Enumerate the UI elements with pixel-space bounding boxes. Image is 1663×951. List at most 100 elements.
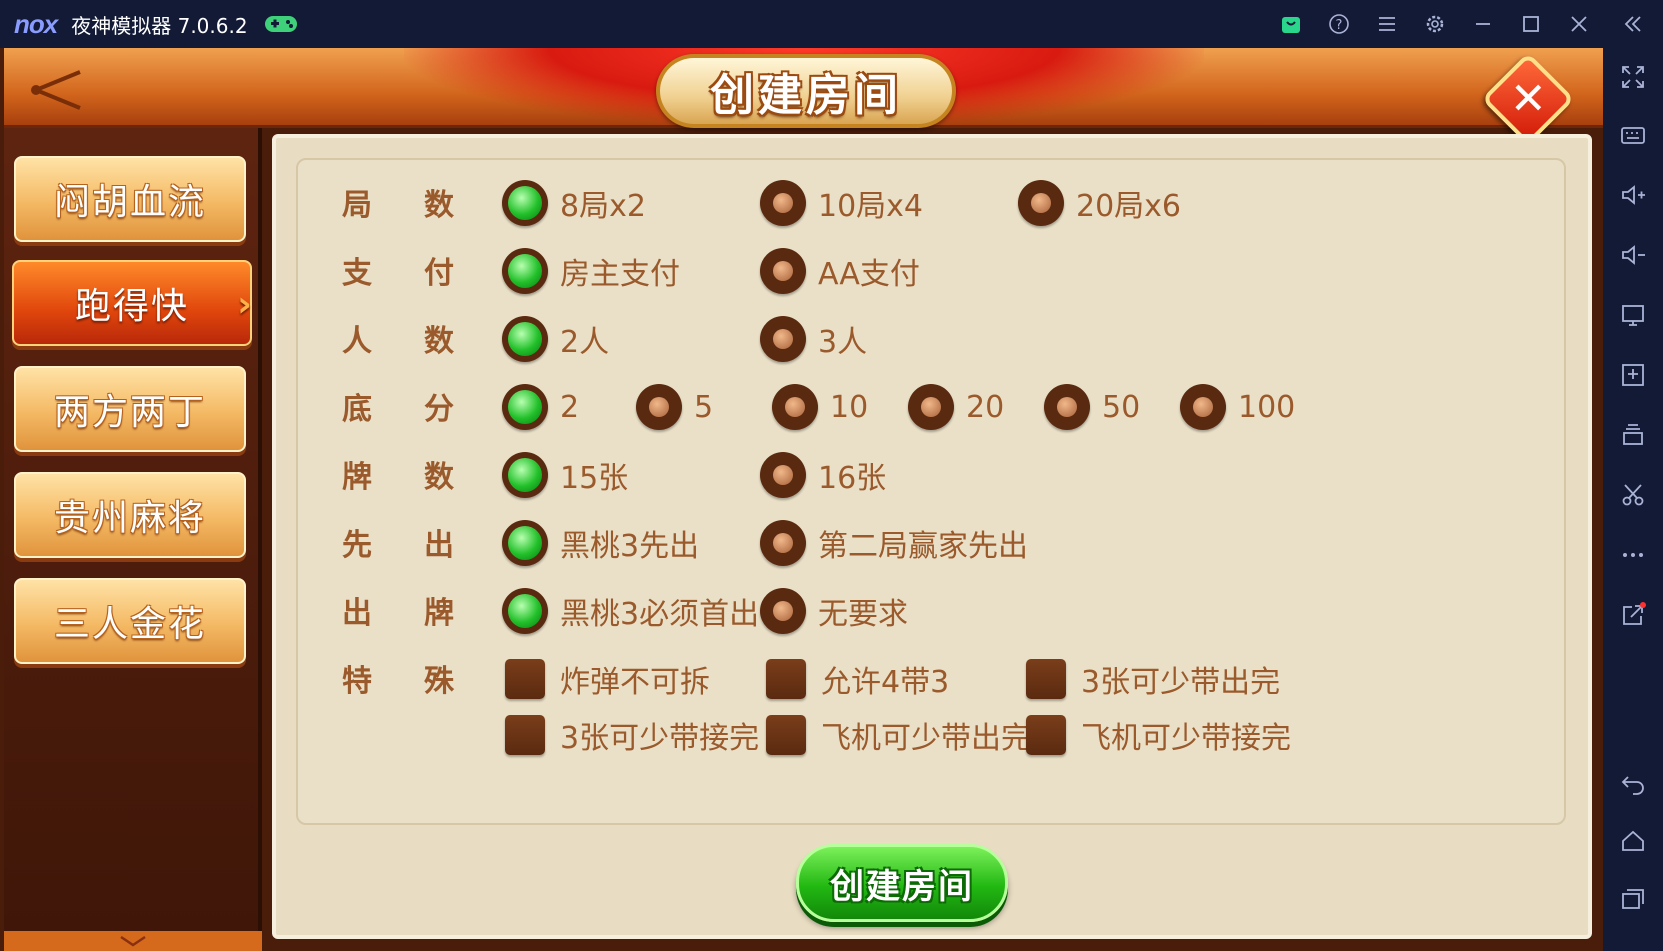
setting-payment: 支付: 房主支付 AA支付 <box>298 240 1564 300</box>
tab-guizhou-majiang[interactable]: 贵州麻将 <box>14 472 246 558</box>
screen-icon[interactable] <box>1603 292 1663 338</box>
home-icon[interactable] <box>1603 818 1663 864</box>
volume-up-icon[interactable] <box>1603 172 1663 218</box>
option-label: 炸弹不可拆 <box>560 665 710 700</box>
dialog-title-plate: 创建房间 <box>656 54 956 128</box>
share-icon[interactable] <box>1603 592 1663 638</box>
checkbox-icon <box>505 715 545 755</box>
option-label: 2人 <box>560 325 610 360</box>
add-apk-icon[interactable] <box>1603 352 1663 398</box>
option-special-bomb[interactable]: 炸弹不可拆 <box>502 654 710 704</box>
radio-selected-icon <box>502 384 548 430</box>
option-base-5[interactable]: 5 <box>636 382 713 432</box>
create-room-button[interactable]: 创建房间 <box>796 844 1008 922</box>
radio-unselected-icon <box>1018 180 1064 226</box>
tab-sanren-jinhua[interactable]: 三人金花 <box>14 578 246 664</box>
option-payment-aa[interactable]: AA支付 <box>760 246 920 296</box>
option-label: AA支付 <box>818 257 920 292</box>
option-rounds-8[interactable]: 8局x2 <box>502 178 646 228</box>
radio-unselected-icon <box>760 180 806 226</box>
multi-instance-icon[interactable] <box>1603 412 1663 458</box>
volume-down-icon[interactable] <box>1603 232 1663 278</box>
option-players-3[interactable]: 3人 <box>760 314 867 364</box>
settings-panel: 局数: 8局x2 10局x4 20局x6 支付: 房主支付 AA支付 人数: 2… <box>272 134 1592 939</box>
option-label: 允许4带3 <box>821 665 950 700</box>
option-special-4-with-3[interactable]: 允许4带3 <box>763 654 949 704</box>
keyboard-icon[interactable] <box>1603 112 1663 158</box>
option-special-plane-less-out[interactable]: 飞机可少带出完 <box>763 710 1031 760</box>
settings-list[interactable]: 局数: 8局x2 10局x4 20局x6 支付: 房主支付 AA支付 人数: 2… <box>296 158 1566 825</box>
tab-label: 两方两丁 <box>53 392 206 433</box>
tab-menhu-xueliu[interactable]: 闷胡血流 <box>14 156 246 242</box>
option-players-2[interactable]: 2人 <box>502 314 609 364</box>
checkbox-icon <box>505 659 545 699</box>
option-base-20[interactable]: 20 <box>908 382 1004 432</box>
option-cards-16[interactable]: 16张 <box>760 450 886 500</box>
radio-unselected-icon <box>760 452 806 498</box>
settings-icon[interactable] <box>1411 0 1459 48</box>
checkbox-icon <box>1026 715 1066 755</box>
nox-logo: nox <box>14 8 58 39</box>
tab-label: 跑得快 <box>74 286 189 327</box>
option-label: 2 <box>560 389 580 425</box>
option-payment-host[interactable]: 房主支付 <box>502 246 680 296</box>
tab-label: 闷胡血流 <box>53 182 206 223</box>
option-label: 房主支付 <box>560 257 680 292</box>
screenshot-scissors-icon[interactable] <box>1603 472 1663 518</box>
close-icon[interactable] <box>1555 0 1603 48</box>
recent-apps-icon[interactable] <box>1603 876 1663 922</box>
radio-unselected-icon <box>636 384 682 430</box>
fullscreen-icon[interactable] <box>1603 54 1663 100</box>
option-label: 3张可少带接完 <box>560 721 760 756</box>
collapse-sidebar-icon[interactable] <box>1603 0 1663 48</box>
option-label: 3张可少带出完 <box>1081 665 1281 700</box>
option-label: 20局x6 <box>1076 189 1182 224</box>
option-cards-15[interactable]: 15张 <box>502 450 628 500</box>
minimize-icon[interactable] <box>1459 0 1507 48</box>
checkbox-icon <box>766 715 806 755</box>
gamepad-icon[interactable] <box>264 13 298 35</box>
option-first-winner[interactable]: 第二局赢家先出 <box>760 518 1028 568</box>
option-play-none[interactable]: 无要求 <box>760 586 908 636</box>
option-play-spade3-first[interactable]: 黑桃3必须首出 <box>502 586 759 636</box>
setting-rounds: 局数: 8局x2 10局x4 20局x6 <box>298 172 1564 232</box>
setting-label: 局数: <box>342 188 570 223</box>
help-icon[interactable]: ? <box>1315 0 1363 48</box>
option-rounds-10[interactable]: 10局x4 <box>760 178 923 228</box>
option-first-spade3[interactable]: 黑桃3先出 <box>502 518 699 568</box>
back-icon[interactable] <box>1603 760 1663 806</box>
android-store-icon[interactable] <box>1267 0 1315 48</box>
tab-liangfang-liangding[interactable]: 两方两丁 <box>14 366 246 452</box>
tab-label: 贵州麻将 <box>53 498 206 539</box>
menu-icon[interactable] <box>1363 0 1411 48</box>
setting-label: 支付: <box>342 256 570 291</box>
radio-selected-icon <box>502 316 548 362</box>
option-label: 100 <box>1238 389 1296 425</box>
radio-selected-icon <box>502 588 548 634</box>
option-label: 50 <box>1102 389 1141 425</box>
option-special-plane-less-take[interactable]: 飞机可少带接完 <box>1023 710 1291 760</box>
tab-paodekuai[interactable]: 跑得快 › <box>12 260 252 346</box>
option-base-2[interactable]: 2 <box>502 382 579 432</box>
option-rounds-20[interactable]: 20局x6 <box>1018 178 1181 228</box>
radio-unselected-icon <box>760 588 806 634</box>
setting-base-score: 底分: 2 5 10 20 50 100 <box>298 376 1564 436</box>
back-arrow-icon[interactable] <box>24 68 84 112</box>
option-label: 黑桃3必须首出 <box>560 597 760 632</box>
option-special-3-less-out[interactable]: 3张可少带出完 <box>1023 654 1280 704</box>
option-base-50[interactable]: 50 <box>1044 382 1140 432</box>
option-base-10[interactable]: 10 <box>772 382 868 432</box>
option-special-3-less-take[interactable]: 3张可少带接完 <box>502 710 759 760</box>
radio-selected-icon <box>502 520 548 566</box>
option-base-100[interactable]: 100 <box>1180 382 1295 432</box>
option-label: 飞机可少带出完 <box>821 721 1031 756</box>
setting-label: 特殊: <box>342 664 570 699</box>
setting-label: 人数: <box>342 324 570 359</box>
more-icon[interactable] <box>1603 532 1663 578</box>
tabs-scroll-down[interactable] <box>4 931 262 951</box>
checkbox-icon <box>766 659 806 699</box>
radio-unselected-icon <box>1044 384 1090 430</box>
setting-label: 出牌: <box>342 596 570 631</box>
maximize-icon[interactable] <box>1507 0 1555 48</box>
close-x-icon: ✕ <box>1509 73 1547 124</box>
